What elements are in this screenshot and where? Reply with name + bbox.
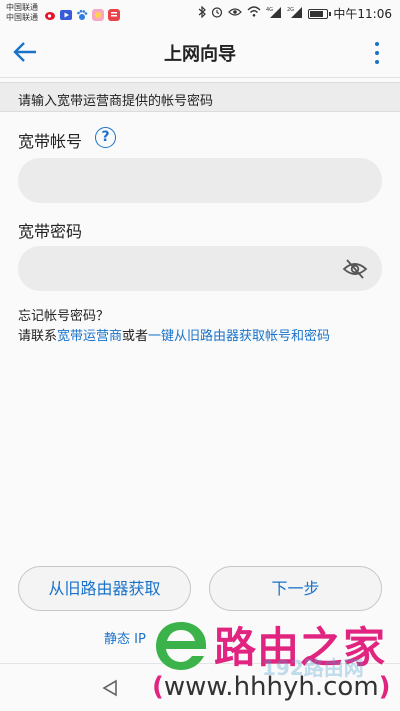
watermark-paren-open: ( <box>152 672 164 702</box>
nav-back-button[interactable] <box>100 678 120 702</box>
signal-icon: 4G <box>266 6 282 22</box>
system-status: 4G 2G 中午11:06 <box>198 5 392 22</box>
fetch-old-router-button[interactable]: 从旧路由器获取 <box>18 566 191 611</box>
app-icon <box>92 6 104 21</box>
svg-text:2G: 2G <box>287 7 294 13</box>
battery-icon <box>308 8 332 19</box>
paw-icon <box>76 6 88 20</box>
help-icon[interactable]: ? <box>95 127 116 148</box>
signal-icon-2: 2G <box>287 6 303 22</box>
watermark-url-line: (www.hhhyh.com) <box>152 672 391 702</box>
weibo-icon <box>44 6 56 20</box>
visibility-off-icon[interactable] <box>342 258 368 280</box>
page-title: 上网向导 <box>164 44 236 65</box>
news-icon <box>108 6 120 21</box>
more-options-button[interactable] <box>372 40 382 66</box>
hint-bar: 请输入宽带运营商提供的帐号密码 <box>0 82 400 112</box>
password-label: 宽带密码 <box>18 222 83 241</box>
video-icon <box>60 6 72 20</box>
forgot-help-line: 请联系宽带运营商或者一键从旧路由器获取帐号和密码 <box>18 325 330 344</box>
carrier-label-1: 中国联通 <box>6 3 38 12</box>
watermark-logo <box>152 618 210 674</box>
password-field[interactable] <box>18 246 382 291</box>
status-bar: 中国联通 中国联通 4G 2G 中午11:06 <box>0 0 400 26</box>
wifi-icon <box>247 6 261 21</box>
battery-fill <box>310 10 324 17</box>
static-ip-link[interactable]: 静态 IP <box>104 628 146 647</box>
account-field[interactable] <box>18 158 382 203</box>
next-button[interactable]: 下一步 <box>209 566 382 611</box>
carrier-label-2: 中国联通 <box>6 13 38 22</box>
alarm-icon <box>211 6 223 22</box>
more-vert-icon <box>375 42 379 46</box>
fetch-from-old-router-link[interactable]: 一键从旧路由器获取帐号和密码 <box>148 329 330 344</box>
more-vert-icon-dot <box>375 60 379 64</box>
app-bar: 上网向导 <box>0 26 400 78</box>
watermark-url: www.hhhyh.com <box>163 672 379 702</box>
svg-text:4G: 4G <box>266 7 273 13</box>
eye-icon <box>228 7 243 21</box>
watermark-paren-close: ) <box>378 672 391 702</box>
more-vert-icon-dot <box>375 51 379 55</box>
notification-icons <box>44 6 120 21</box>
forgot-title: 忘记帐号密码？ <box>18 309 110 324</box>
bluetooth-icon <box>198 5 207 22</box>
triangle-back-icon <box>102 679 117 697</box>
forgot-prefix: 请联系 <box>18 329 58 344</box>
forgot-middle: 或者 <box>122 329 149 344</box>
isp-link[interactable]: 宽带运营商 <box>57 329 122 344</box>
account-label: 宽带帐号 <box>18 132 83 151</box>
hint-text: 请输入宽带运营商提供的帐号密码 <box>18 94 214 109</box>
status-time: 中午11:06 <box>333 7 392 21</box>
header-divider <box>0 77 400 78</box>
